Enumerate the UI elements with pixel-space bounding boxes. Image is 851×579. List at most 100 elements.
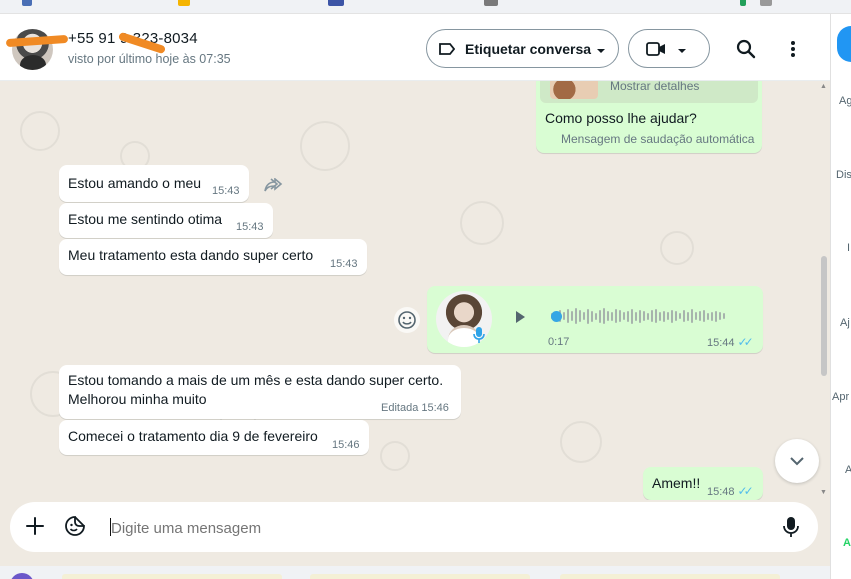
chat-messages-area[interactable]: Mostrar detalhes Como posso lhe ajudar? … — [0, 81, 830, 500]
waveform-bar — [647, 312, 649, 320]
scrollbar-thumb[interactable] — [821, 256, 827, 376]
label-tag-icon — [439, 42, 455, 55]
incoming-message[interactable]: Estou me sentindo otima 15:43 — [59, 203, 273, 238]
incoming-message[interactable]: Comecei o tratamento dia 9 de fevereiro … — [59, 420, 369, 455]
video-camera-icon — [646, 41, 666, 56]
incoming-message[interactable]: Estou tomando a mais de um mês e esta da… — [59, 365, 461, 419]
waveform-bar — [723, 313, 725, 319]
scrollbar-down-arrow[interactable]: ▼ — [820, 489, 827, 496]
menu-dots-icon[interactable] — [783, 37, 803, 61]
wallpaper-doodle — [660, 231, 694, 265]
message-time: Editada 15:46 — [381, 402, 449, 414]
chevron-down-icon — [789, 456, 805, 466]
panel-item[interactable]: I — [847, 242, 850, 254]
outgoing-message[interactable]: Amem!! 15:48 ✓✓ — [643, 467, 763, 500]
waveform-bar — [691, 309, 693, 323]
message-time: 15:44 ✓✓ — [707, 335, 754, 349]
waveform-bar — [683, 310, 685, 322]
sticker-icon[interactable] — [64, 515, 86, 542]
message-text-line: Melhorou minha muito — [68, 391, 207, 407]
waveform-bar — [639, 309, 641, 323]
show-details-link[interactable]: Mostrar detalhes — [610, 81, 699, 93]
panel-avatar — [837, 26, 851, 62]
chevron-down-icon — [596, 43, 606, 61]
wallpaper-doodle — [560, 421, 602, 463]
message-time: 15:43 — [330, 258, 358, 270]
label-chat-text: Etiquetar conversa — [465, 40, 592, 57]
play-icon[interactable] — [514, 310, 526, 327]
waveform-bar — [663, 310, 665, 322]
contact-avatar[interactable] — [12, 29, 53, 70]
panel-item[interactable]: Aj — [840, 317, 850, 329]
bottom-card — [560, 574, 780, 579]
wallpaper-doodle — [460, 201, 504, 245]
incoming-message[interactable]: Estou amando o meu 15:43 — [59, 165, 249, 202]
emoji-reaction-icon[interactable] — [394, 307, 420, 333]
wallpaper-doodle — [300, 121, 350, 171]
waveform-bar — [583, 312, 585, 320]
waveform-bar — [595, 312, 597, 320]
double-check-icon: ✓✓ — [737, 335, 754, 349]
waveform-bar — [643, 311, 645, 321]
contact-last-seen: visto por último hoje às 07:35 — [68, 52, 231, 66]
panel-item[interactable]: A — [845, 464, 851, 476]
waveform-bar — [699, 311, 701, 321]
audio-progress-handle[interactable] — [551, 311, 562, 322]
message-composer — [0, 500, 830, 566]
waveform-bar — [631, 308, 633, 324]
forward-icon[interactable] — [259, 171, 287, 199]
panel-item[interactable]: Dis — [836, 169, 851, 181]
bottom-card — [310, 574, 530, 579]
bottom-strip — [0, 566, 830, 579]
video-call-button[interactable] — [628, 29, 710, 68]
waveform-bar — [603, 308, 605, 324]
greeting-caption: Mensagem de saudação automática — [561, 132, 755, 146]
waveform-bar — [671, 309, 673, 323]
browser-strip — [0, 0, 851, 14]
wallpaper-doodle — [20, 111, 60, 151]
chat-header: +55 91 9 323-8034 visto por último hoje … — [0, 14, 830, 81]
greeting-thumbnail — [550, 81, 598, 99]
waveform-bar — [711, 311, 713, 321]
search-icon[interactable] — [734, 37, 758, 61]
scroll-to-bottom-button[interactable] — [775, 439, 819, 483]
waveform-bar — [623, 312, 625, 320]
greeting-message[interactable]: Mostrar detalhes Como posso lhe ajudar? … — [536, 81, 762, 153]
microphone-icon[interactable] — [783, 516, 799, 543]
message-time-value: 15:46 — [421, 402, 449, 414]
message-input[interactable] — [111, 520, 761, 537]
incoming-message[interactable]: Meu tratamento esta dando super certo 15… — [59, 239, 367, 275]
attach-plus-icon[interactable] — [26, 517, 44, 540]
greeting-details-card[interactable]: Mostrar detalhes — [540, 81, 758, 103]
composer-box — [10, 502, 818, 552]
message-text: Amem!! — [652, 475, 701, 491]
waveform-bar — [619, 310, 621, 322]
waveform-bar — [715, 310, 717, 322]
message-time-value: 15:44 — [707, 337, 735, 349]
waveform-bar — [591, 310, 593, 322]
waveform-bar — [627, 310, 629, 322]
waveform-bar — [707, 312, 709, 320]
waveform-bar — [579, 310, 581, 322]
waveform-bar — [611, 311, 613, 321]
message-time: 15:48 ✓✓ — [707, 484, 754, 498]
bottom-card — [62, 574, 282, 579]
message-time: 15:43 — [236, 221, 264, 233]
chevron-down-icon — [677, 43, 687, 61]
panel-item[interactable]: Ag — [839, 95, 851, 107]
message-text: Estou me sentindo otima — [68, 211, 223, 227]
scrollbar-up-arrow[interactable]: ▲ — [820, 83, 827, 90]
message-text: Meu tratamento esta dando super certo — [68, 247, 314, 263]
message-time: 15:46 — [332, 439, 360, 451]
panel-item[interactable]: Apr — [832, 391, 849, 403]
audio-waveform[interactable] — [551, 306, 747, 326]
greeting-text: Como posso lhe ajudar? — [545, 110, 697, 126]
waveform-bar — [563, 312, 565, 320]
voice-message[interactable]: 0:17 15:44 ✓✓ — [427, 286, 763, 353]
message-text-line: Estou tomando a mais de um mês e esta da… — [68, 372, 444, 388]
panel-item[interactable]: A — [843, 537, 851, 549]
waveform-bar — [635, 311, 637, 321]
right-side-panel: Ag Dis I Aj Apr A A — [830, 14, 851, 579]
label-chat-button[interactable]: Etiquetar conversa — [426, 29, 619, 68]
waveform-bar — [667, 312, 669, 320]
